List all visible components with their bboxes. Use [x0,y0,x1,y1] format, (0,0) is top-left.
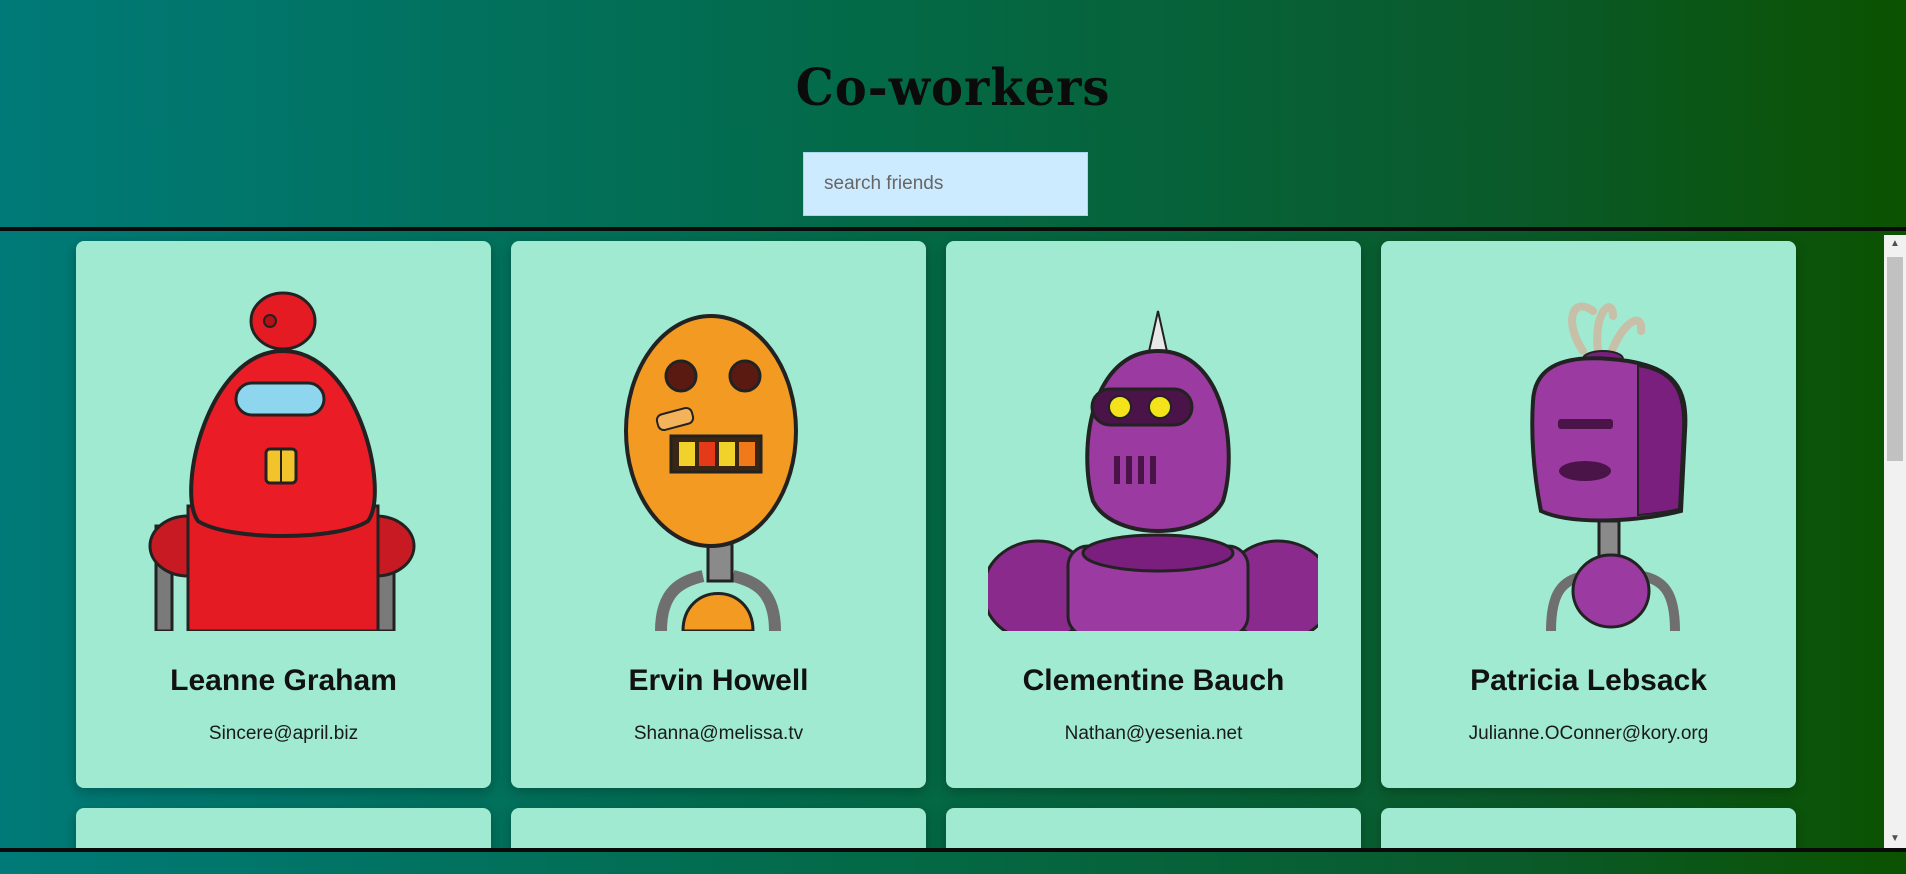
robot-card[interactable]: Clementine Bauch Nathan@yesenia.net [946,241,1361,788]
scroll-up-arrow-icon[interactable]: ▲ [1884,235,1906,253]
card-email: Sincere@april.biz [208,723,359,744]
robot-card[interactable] [511,808,926,848]
search-input[interactable] [803,152,1088,216]
card-grid: Leanne Graham Sincere@april.biz Ervin Ho… [76,241,1796,848]
robot-card[interactable] [1381,808,1796,848]
card-list-scroll-area[interactable]: Leanne Graham Sincere@april.biz Ervin Ho… [0,227,1906,852]
card-email: Julianne.OConner@kory.org [1468,723,1709,744]
robot-orange-avatar-icon [553,291,883,631]
robot-card[interactable] [76,808,491,848]
robot-card[interactable] [946,808,1361,848]
card-name: Ervin Howell [628,664,809,697]
card-name: Clementine Bauch [1022,664,1285,697]
scroll-down-arrow-icon[interactable]: ▼ [1884,830,1906,848]
scrollbar-thumb[interactable] [1887,257,1903,461]
card-email: Nathan@yesenia.net [1064,723,1243,744]
robot-card[interactable]: Ervin Howell Shanna@melissa.tv [511,241,926,788]
robot-red-avatar-icon [118,291,448,631]
robot-card[interactable]: Patricia Lebsack Julianne.OConner@kory.o… [1381,241,1796,788]
vertical-scrollbar[interactable]: ▲ ▼ [1884,235,1906,848]
card-email: Shanna@melissa.tv [633,723,804,744]
robot-purple-bucket-avatar-icon [1423,291,1753,631]
robot-purple-spike-avatar-icon [988,291,1318,631]
robot-card[interactable]: Leanne Graham Sincere@april.biz [76,241,491,788]
card-name: Leanne Graham [170,664,397,697]
page-title: Co-workers [795,58,1111,118]
card-name: Patricia Lebsack [1470,664,1707,697]
